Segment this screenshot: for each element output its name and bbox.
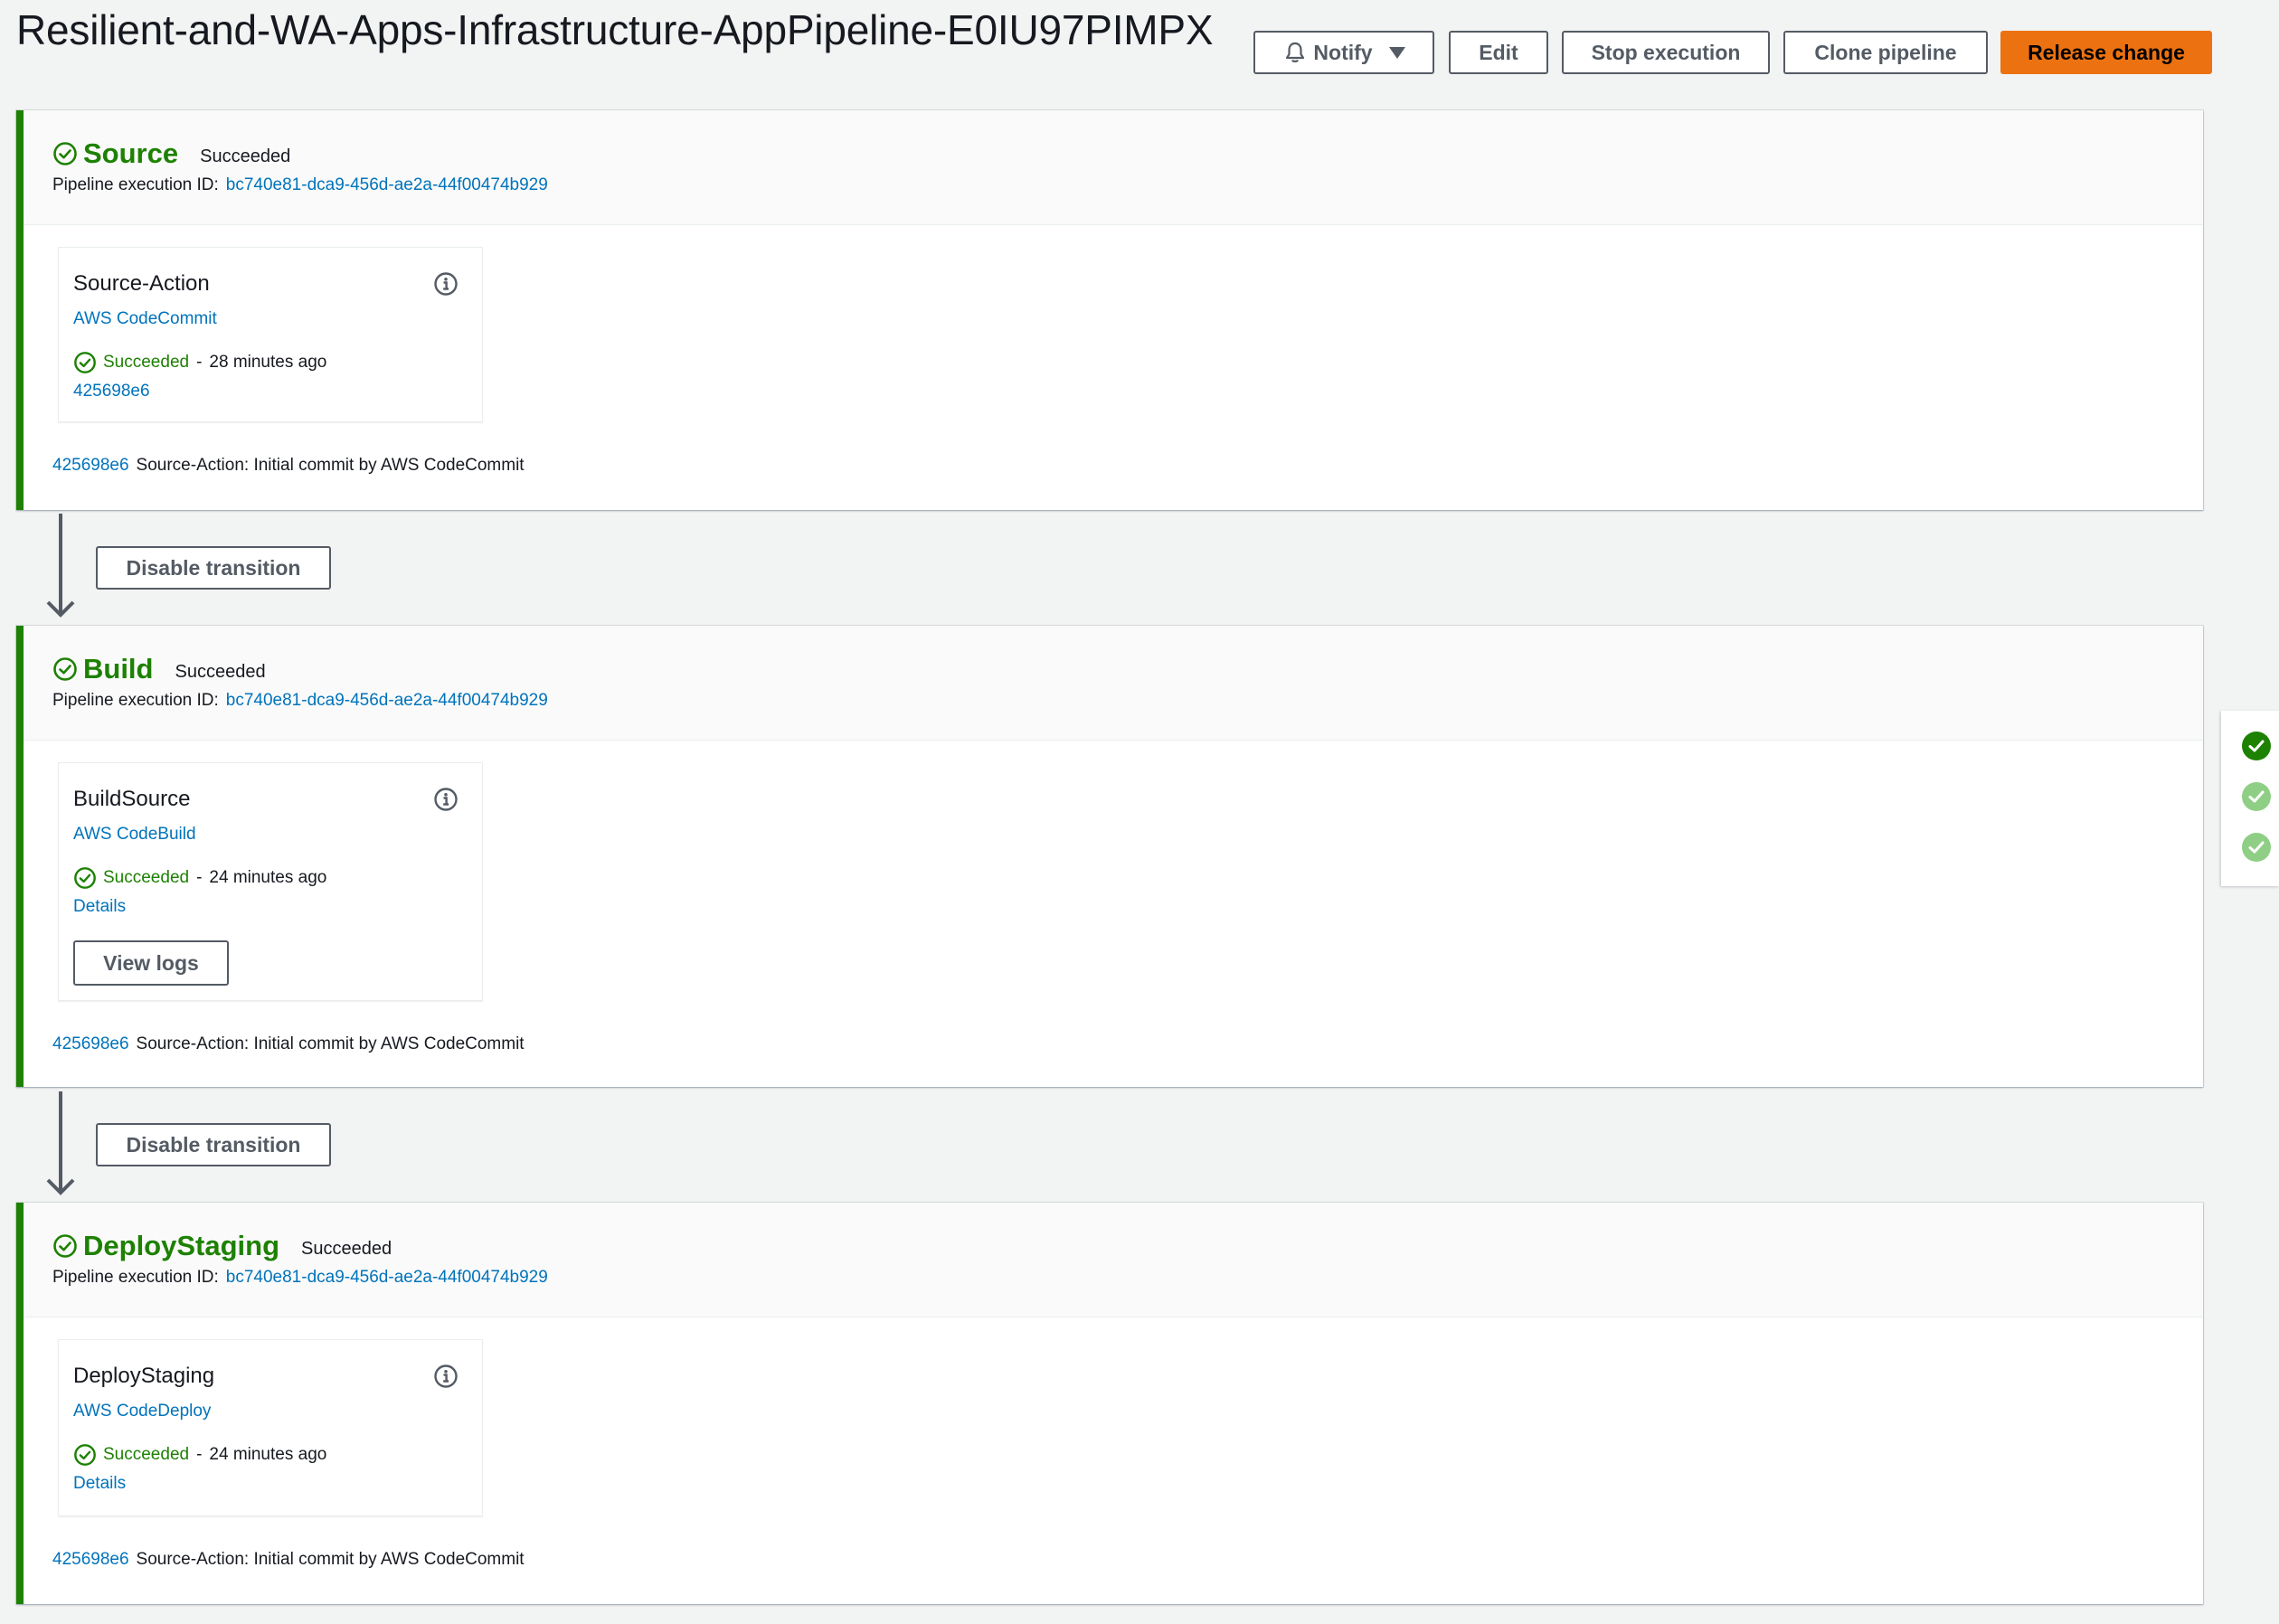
commit-message: Source-Action: Initial commit by AWS Cod… bbox=[136, 1034, 525, 1053]
bell-icon bbox=[1286, 42, 1305, 62]
action-status-text: Succeeded bbox=[103, 1445, 190, 1464]
notify-label: Notify bbox=[1313, 40, 1373, 64]
page-title: Resilient-and-WA-Apps-Infrastructure-App… bbox=[16, 6, 1214, 53]
stage-name: Build bbox=[83, 653, 154, 685]
action-card-deploystaging: DeployStaging AWS CodeDeploy Succeeded -… bbox=[58, 1339, 483, 1516]
stage-header: Source Succeeded Pipeline execution ID: b… bbox=[24, 110, 2203, 225]
stage-status: Succeeded bbox=[175, 661, 266, 682]
commit-link[interactable]: 425698e6 bbox=[73, 382, 150, 401]
succeeded-icon bbox=[73, 866, 97, 890]
stage-source: Source Succeeded Pipeline execution ID: b… bbox=[16, 110, 2203, 510]
action-card-source-action: Source-Action AWS CodeCommit Succeeded -… bbox=[58, 247, 483, 422]
commit-message: Source-Action: Initial commit by AWS Cod… bbox=[136, 1550, 525, 1569]
clone-pipeline-button[interactable]: Clone pipeline bbox=[1783, 31, 1988, 74]
separator: - bbox=[196, 353, 203, 372]
commit-id-link[interactable]: 425698e6 bbox=[52, 1550, 129, 1569]
succeeded-icon bbox=[52, 656, 78, 682]
arrow-down-icon bbox=[46, 1091, 75, 1195]
provider-link[interactable]: AWS CodeDeploy bbox=[73, 1402, 211, 1421]
caret-down-icon bbox=[1388, 46, 1405, 59]
stage-header: Build Succeeded Pipeline execution ID: bc… bbox=[24, 626, 2203, 741]
action-time: 24 minutes ago bbox=[209, 868, 327, 887]
action-status-text: Succeeded bbox=[103, 868, 190, 887]
stage-navigator bbox=[2221, 711, 2279, 886]
stage-nav-check-icon[interactable] bbox=[2241, 731, 2272, 761]
succeeded-icon bbox=[73, 1443, 97, 1467]
commit-message: Source-Action: Initial commit by AWS Cod… bbox=[136, 456, 525, 475]
stage-header: DeployStaging Succeeded Pipeline executi… bbox=[24, 1203, 2203, 1317]
notify-button[interactable]: Notify bbox=[1253, 31, 1434, 74]
details-link[interactable]: Details bbox=[73, 1474, 126, 1494]
action-card-buildsource: BuildSource AWS CodeBuild Succeeded - 24… bbox=[58, 762, 483, 1001]
release-change-button[interactable]: Release change bbox=[2000, 31, 2212, 74]
stage-status: Succeeded bbox=[200, 146, 291, 166]
succeeded-icon bbox=[73, 351, 97, 374]
action-time: 28 minutes ago bbox=[209, 353, 327, 372]
separator: - bbox=[196, 1445, 203, 1464]
view-logs-button[interactable]: View logs bbox=[73, 940, 229, 986]
execution-id-label: Pipeline execution ID: bbox=[52, 1268, 219, 1287]
stage-name: DeployStaging bbox=[83, 1230, 280, 1261]
disable-transition-button[interactable]: Disable transition bbox=[96, 546, 331, 590]
disable-transition-button[interactable]: Disable transition bbox=[96, 1123, 331, 1166]
stage-status: Succeeded bbox=[301, 1238, 392, 1259]
execution-id-link[interactable]: bc740e81-dca9-456d-ae2a-44f00474b929 bbox=[226, 175, 548, 194]
details-link[interactable]: Details bbox=[73, 897, 126, 917]
info-icon[interactable] bbox=[433, 1364, 459, 1389]
execution-id-label: Pipeline execution ID: bbox=[52, 175, 219, 194]
stop-execution-button[interactable]: Stop execution bbox=[1562, 31, 1770, 74]
edit-button[interactable]: Edit bbox=[1449, 31, 1548, 74]
execution-id-label: Pipeline execution ID: bbox=[52, 691, 219, 710]
stage-nav-check-icon[interactable] bbox=[2241, 832, 2272, 863]
execution-id-link[interactable]: bc740e81-dca9-456d-ae2a-44f00474b929 bbox=[226, 1268, 548, 1287]
separator: - bbox=[196, 868, 203, 887]
stage-build: Build Succeeded Pipeline execution ID: bc… bbox=[16, 626, 2203, 1087]
arrow-down-icon bbox=[46, 514, 75, 618]
succeeded-icon bbox=[52, 141, 78, 166]
info-icon[interactable] bbox=[433, 787, 459, 812]
execution-id-link[interactable]: bc740e81-dca9-456d-ae2a-44f00474b929 bbox=[226, 691, 548, 710]
action-name: DeployStaging bbox=[73, 1364, 215, 1388]
succeeded-icon bbox=[52, 1233, 78, 1259]
action-name: Source-Action bbox=[73, 271, 210, 296]
action-time: 24 minutes ago bbox=[209, 1445, 327, 1464]
commit-id-link[interactable]: 425698e6 bbox=[52, 1034, 129, 1053]
action-status-text: Succeeded bbox=[103, 353, 190, 372]
action-name: BuildSource bbox=[73, 787, 191, 811]
stage-nav-check-icon[interactable] bbox=[2241, 781, 2272, 812]
provider-link[interactable]: AWS CodeCommit bbox=[73, 309, 217, 329]
info-icon[interactable] bbox=[433, 271, 459, 297]
stage-deploystaging: DeployStaging Succeeded Pipeline executi… bbox=[16, 1203, 2203, 1604]
commit-id-link[interactable]: 425698e6 bbox=[52, 456, 129, 475]
provider-link[interactable]: AWS CodeBuild bbox=[73, 825, 196, 845]
stage-name: Source bbox=[83, 137, 179, 169]
